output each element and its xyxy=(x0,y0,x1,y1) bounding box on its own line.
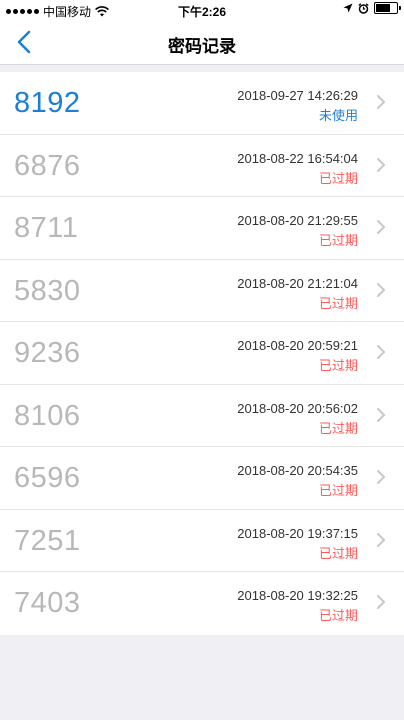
alarm-clock-icon xyxy=(358,2,369,14)
chevron-right-icon xyxy=(377,345,385,359)
record-row[interactable]: 6596 2018-08-20 20:54:35 已过期 xyxy=(0,447,404,510)
chevron-right-icon xyxy=(377,157,385,172)
record-row[interactable]: 8192 2018-09-27 14:26:29 未使用 xyxy=(0,72,404,135)
record-datetime: 2018-08-20 21:21:04 xyxy=(237,275,358,291)
password-code: 7403 xyxy=(14,587,81,619)
chevron-right-icon xyxy=(377,532,385,547)
chevron-right-icon xyxy=(377,220,385,234)
record-datetime: 2018-08-20 20:54:35 xyxy=(237,463,358,478)
chevron-right-icon xyxy=(377,95,385,109)
password-code: 8192 xyxy=(14,87,81,119)
page-title: 密码记录 xyxy=(168,37,236,56)
record-row[interactable]: 5830 2018-08-20 21:21:04 已过期 xyxy=(0,260,404,322)
password-code: 7251 xyxy=(14,524,81,557)
record-row[interactable]: 6876 2018-08-22 16:54:04 已过期 xyxy=(0,135,404,197)
status-badge: 已过期 xyxy=(318,233,358,248)
password-code: 9236 xyxy=(14,337,81,369)
battery-icon xyxy=(374,2,401,14)
password-record-list: 8192 2018-09-27 14:26:29 未使用 6876 2018-08-22… xyxy=(0,72,404,635)
status-icons xyxy=(343,2,401,14)
status-badge: 未使用 xyxy=(318,108,358,123)
navigation-bar: 密码记录 xyxy=(0,20,404,65)
password-code: 5830 xyxy=(14,274,81,307)
chevron-right-icon xyxy=(377,470,385,484)
record-row[interactable]: 9236 2018-08-20 20:59:21 已过期 xyxy=(0,322,404,385)
record-row[interactable]: 8106 2018-08-20 20:56:02 已过期 xyxy=(0,385,404,447)
status-badge: 已过期 xyxy=(318,608,358,623)
chevron-right-icon xyxy=(377,595,385,609)
record-datetime: 2018-08-20 21:29:55 xyxy=(237,213,358,228)
status-badge: 已过期 xyxy=(318,295,358,311)
record-datetime: 2018-08-20 20:59:21 xyxy=(237,338,358,353)
record-row[interactable]: 7403 2018-08-20 19:32:25 已过期 xyxy=(0,572,404,635)
password-code: 8106 xyxy=(14,399,81,432)
record-datetime: 2018-08-20 20:56:02 xyxy=(237,400,358,416)
record-datetime: 2018-08-22 16:54:04 xyxy=(237,150,358,166)
password-code: 6596 xyxy=(14,462,81,494)
chevron-right-icon xyxy=(377,282,385,297)
record-row[interactable]: 8711 2018-08-20 21:29:55 已过期 xyxy=(0,197,404,260)
record-datetime: 2018-08-20 19:37:15 xyxy=(237,525,358,541)
status-badge: 已过期 xyxy=(318,545,358,561)
location-arrow-icon xyxy=(343,3,353,13)
record-datetime: 2018-09-27 14:26:29 xyxy=(237,88,358,103)
record-row[interactable]: 7251 2018-08-20 19:37:15 已过期 xyxy=(0,510,404,572)
status-badge: 已过期 xyxy=(318,483,358,498)
status-badge: 已过期 xyxy=(318,170,358,186)
chevron-right-icon xyxy=(377,407,385,422)
status-bar: 中国移动 下午2:26 xyxy=(0,0,404,20)
status-badge: 已过期 xyxy=(318,358,358,373)
password-code: 6876 xyxy=(14,149,81,182)
record-datetime: 2018-08-20 19:32:25 xyxy=(237,588,358,603)
password-code: 8711 xyxy=(14,212,79,244)
status-badge: 已过期 xyxy=(318,420,358,436)
